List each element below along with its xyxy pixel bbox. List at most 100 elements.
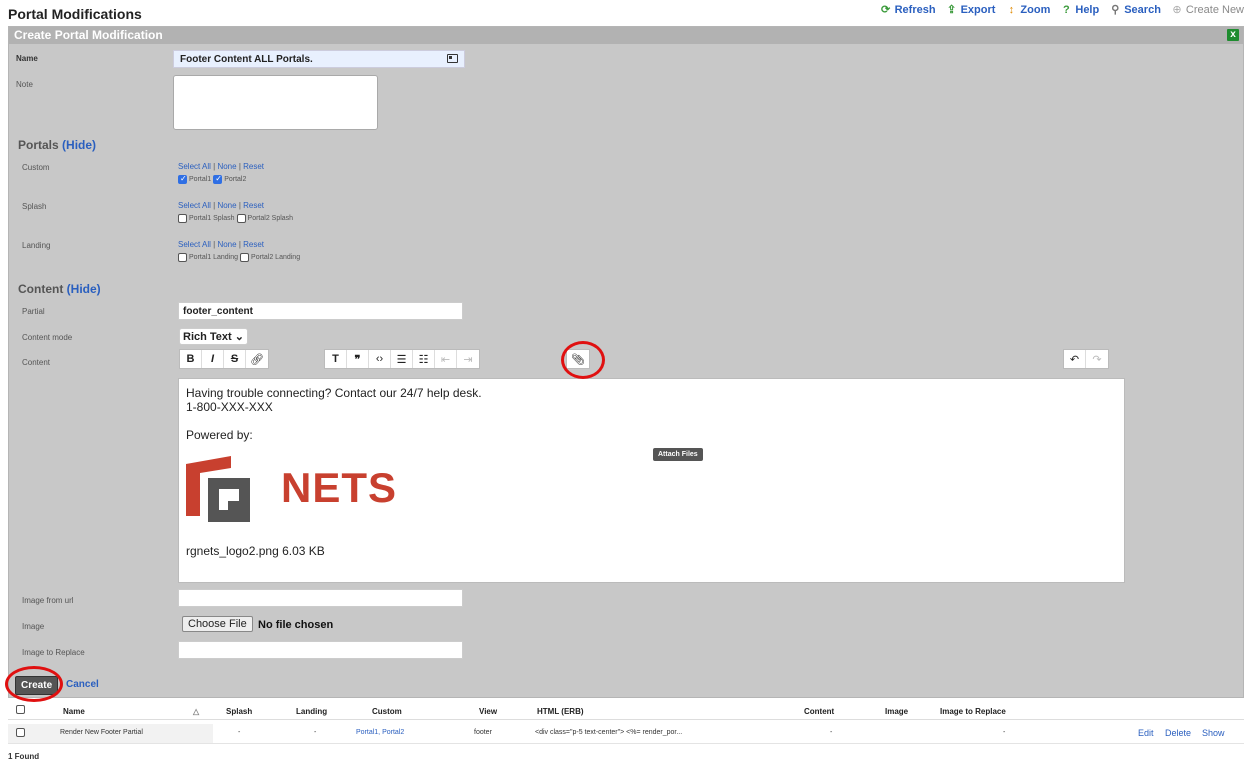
editor-line: 1-800-XXX-XXX <box>186 400 273 414</box>
panel-title: Create Portal Modification <box>14 28 163 42</box>
refresh-button[interactable]: ⟳ Refresh <box>880 4 936 16</box>
editor-line: Having trouble connecting? Contact our 2… <box>186 386 482 400</box>
portal2-custom-checkbox[interactable] <box>213 174 223 184</box>
col-content[interactable]: Content <box>804 707 834 716</box>
splash-none-link[interactable]: None <box>217 201 236 210</box>
col-html[interactable]: HTML (ERB) <box>537 707 584 716</box>
no-file-text: No file chosen <box>258 619 334 631</box>
row-content: - <box>830 729 833 736</box>
custom-select-all-link[interactable]: Select All <box>178 162 211 171</box>
select-all-checkbox[interactable] <box>16 705 25 716</box>
sort-indicator-icon[interactable]: △ <box>193 707 199 716</box>
col-landing[interactable]: Landing <box>296 707 327 716</box>
undo-icon[interactable]: ↶ <box>1064 350 1086 368</box>
note-label: Note <box>16 80 33 89</box>
create-new-button[interactable]: ⊕ Create New <box>1171 4 1244 16</box>
col-splash[interactable]: Splash <box>226 707 252 716</box>
partial-input[interactable]: footer_content <box>178 302 463 320</box>
plus-icon: ⊕ <box>1172 4 1182 16</box>
note-textarea[interactable] <box>173 75 378 130</box>
panel-header: Create Portal Modification x <box>9 27 1243 44</box>
row-name: Render New Footer Partial <box>60 729 143 736</box>
col-name[interactable]: Name <box>63 707 85 716</box>
rich-text-editor[interactable]: Having trouble connecting? Contact our 2… <box>178 378 1125 583</box>
custom-label: Custom <box>22 163 50 172</box>
col-image-replace[interactable]: Image to Replace <box>940 707 1006 716</box>
number-list-icon[interactable]: ☷ <box>413 350 435 368</box>
format-toolbar: B I S 🔗︎ <box>179 349 269 369</box>
splash-select-links: Select All | None | Reset <box>178 201 265 210</box>
italic-button[interactable]: I <box>202 350 224 368</box>
cancel-link[interactable]: Cancel <box>66 679 99 690</box>
content-mode-select[interactable]: Rich Text ⌄ <box>179 328 248 345</box>
export-button[interactable]: ⇪ Export <box>946 4 995 16</box>
name-label: Name <box>16 54 38 63</box>
show-link[interactable]: Show <box>1202 728 1225 738</box>
image-url-label: Image from url <box>22 596 74 605</box>
bullet-list-icon[interactable]: ☰ <box>391 350 413 368</box>
row-custom-link[interactable]: Portal1, Portal2 <box>356 729 404 736</box>
strike-button[interactable]: S <box>224 350 246 368</box>
zoom-button[interactable]: ↕ Zoom <box>1005 4 1051 16</box>
outdent-icon[interactable]: ⇤ <box>435 350 457 368</box>
edit-link[interactable]: Edit <box>1138 728 1154 738</box>
indent-icon[interactable]: ⇥ <box>457 350 479 368</box>
portal1-custom-checkbox[interactable] <box>178 174 187 184</box>
export-icon: ⇪ <box>946 4 957 16</box>
splash-select-all-link[interactable]: Select All <box>178 201 211 210</box>
splash-reset-link[interactable]: Reset <box>243 201 264 210</box>
landing-select-links: Select All | None | Reset <box>178 240 265 249</box>
table-header: Name △ Splash Landing Custom View HTML (… <box>8 702 1244 720</box>
image-replace-input[interactable] <box>178 641 463 659</box>
attachment-caption: rgnets_logo2.png 6.03 KB <box>186 544 325 558</box>
col-image[interactable]: Image <box>885 707 908 716</box>
row-view: footer <box>474 729 492 736</box>
search-icon: ⚲ <box>1111 4 1120 16</box>
close-panel-icon[interactable]: x <box>1227 29 1239 41</box>
name-value: Footer Content ALL Portals. <box>180 54 313 65</box>
content-label: Content <box>22 358 51 367</box>
code-icon[interactable]: ‹› <box>369 350 391 368</box>
splash-label: Splash <box>22 202 47 211</box>
bold-button[interactable]: B <box>180 350 202 368</box>
help-icon: ? <box>1063 4 1070 16</box>
landing-select-all-link[interactable]: Select All <box>178 240 211 249</box>
quote-icon[interactable]: ❞ <box>347 350 369 368</box>
portal2-landing-checkbox[interactable] <box>240 253 250 262</box>
portal1-splash-checkbox[interactable] <box>178 214 187 223</box>
row-html: <div class="p-5 text-center"> <%= render… <box>535 729 683 736</box>
table-row[interactable]: Render New Footer Partial - - Portal1, P… <box>8 724 1244 744</box>
name-field[interactable]: Footer Content ALL Portals. <box>173 50 465 68</box>
help-button[interactable]: ? Help <box>1060 4 1099 16</box>
row-landing: - <box>314 729 317 736</box>
row-image-replace: - <box>1003 729 1006 736</box>
link-icon[interactable]: 🔗︎ <box>246 350 268 368</box>
row-checkbox[interactable] <box>16 728 25 739</box>
content-mode-label: Content mode <box>22 333 73 342</box>
landing-none-link[interactable]: None <box>217 240 236 249</box>
splash-options: Portal1 Splash Portal2 Splash <box>178 214 293 223</box>
content-hide-link[interactable]: (Hide) <box>67 282 101 296</box>
custom-reset-link[interactable]: Reset <box>243 162 264 171</box>
logo-text: NETS <box>281 464 398 511</box>
col-custom[interactable]: Custom <box>372 707 402 716</box>
custom-none-link[interactable]: None <box>217 162 236 171</box>
landing-reset-link[interactable]: Reset <box>243 240 264 249</box>
portal1-landing-checkbox[interactable] <box>178 253 187 262</box>
redo-icon[interactable]: ↷ <box>1086 350 1108 368</box>
heading-icon[interactable]: T <box>325 350 347 368</box>
zoom-icon: ↕ <box>1008 4 1015 16</box>
search-button[interactable]: ⚲ Search <box>1109 4 1161 16</box>
delete-link[interactable]: Delete <box>1165 728 1191 738</box>
portals-hide-link[interactable]: (Hide) <box>62 138 96 152</box>
choose-file-button[interactable]: Choose File <box>182 616 253 632</box>
landing-label: Landing <box>22 241 51 250</box>
logo-image[interactable]: NETS <box>186 454 1117 544</box>
custom-options: Portal1 Portal2 <box>178 174 246 184</box>
col-view[interactable]: View <box>479 707 497 716</box>
row-splash: - <box>238 729 241 736</box>
image-url-input[interactable] <box>178 589 463 607</box>
portal2-splash-checkbox[interactable] <box>236 214 246 223</box>
page-title: Portal Modifications <box>8 6 142 22</box>
